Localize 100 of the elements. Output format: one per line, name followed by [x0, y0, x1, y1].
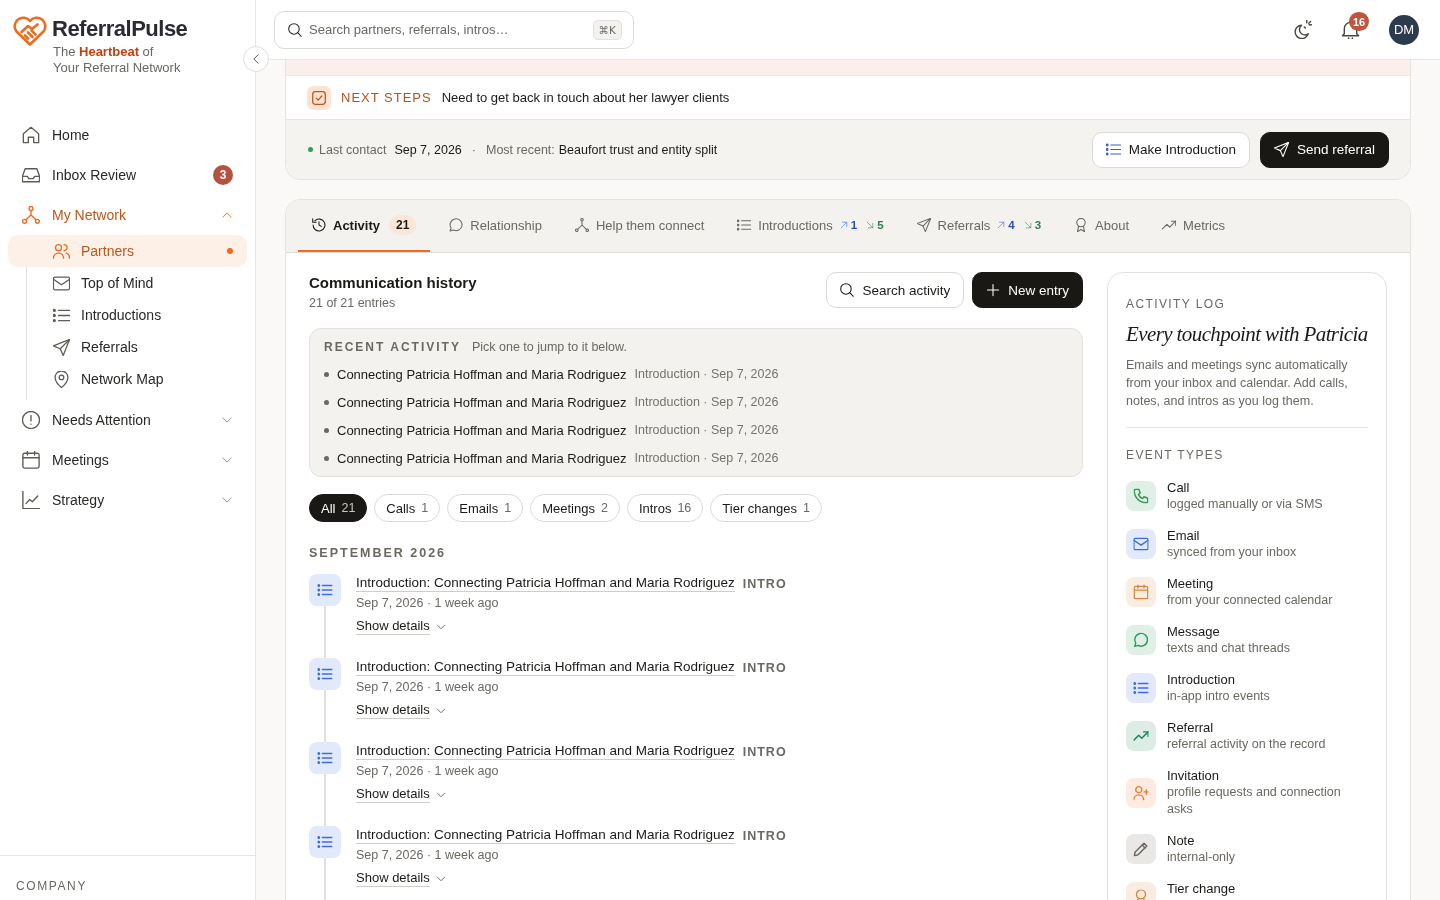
- event-type-name: Email: [1167, 527, 1201, 544]
- tab[interactable]: Metrics: [1148, 200, 1239, 252]
- event-type-description: referral activity on the record: [1167, 736, 1326, 753]
- chat-bubble-icon: [449, 218, 464, 232]
- most-recent-value: Beaufort trust and entity split: [558, 142, 718, 157]
- section-label: EVENT TYPES: [1126, 448, 1225, 462]
- recent-activity-meta: Introduction · Sep 7, 2026: [634, 367, 779, 381]
- search-icon: [288, 22, 302, 37]
- arrow-down-right-icon: [866, 221, 875, 229]
- entry-date: Sep 7, 2026 · 1 week ago: [356, 764, 500, 778]
- filter-chip[interactable]: Calls 1: [374, 494, 441, 522]
- moon-sun-icon[interactable]: [1293, 20, 1312, 39]
- tab[interactable]: Introductions 1 5: [723, 200, 898, 252]
- list-icon: [737, 218, 752, 232]
- most-recent-label: Most recent:: [486, 142, 555, 157]
- entry-tag: INTRO: [742, 660, 787, 675]
- list-icon: [1105, 142, 1121, 157]
- history-icon: [312, 218, 326, 232]
- filter-chip[interactable]: Emails 1: [447, 494, 524, 522]
- plus-icon: [986, 283, 1001, 297]
- show-details-button[interactable]: Show details: [356, 786, 446, 803]
- trend-up-icon: [1162, 218, 1177, 232]
- entry-title-link[interactable]: Introduction: Connecting Patricia Hoffman and Maria Rodriguez: [356, 743, 735, 760]
- list-icon: [309, 826, 341, 858]
- home-icon: [22, 126, 40, 144]
- recent-activity-meta: Introduction · Sep 7, 2026: [634, 395, 779, 409]
- arrow-up-right-icon: [839, 221, 848, 229]
- tab[interactable]: About: [1060, 200, 1144, 252]
- bullet-icon: [324, 427, 329, 433]
- month-heading: SEPTEMBER 2026: [309, 546, 448, 560]
- filter-chip[interactable]: All 21: [309, 494, 368, 522]
- entry-tag: INTRO: [742, 744, 787, 759]
- send-icon: [53, 338, 70, 356]
- fork-icon: [574, 218, 589, 232]
- entry-date: Sep 7, 2026 · 1 week ago: [356, 596, 500, 610]
- mail-icon: [53, 274, 70, 292]
- entry-title-link[interactable]: Introduction: Connecting Patricia Hoffman and Maria Rodriguez: [356, 659, 735, 676]
- tab[interactable]: Activity 21: [298, 200, 431, 252]
- status-dot-icon: [308, 147, 313, 152]
- recent-activity-link[interactable]: Connecting Patricia Hoffman and Maria Rodriguez: [337, 366, 627, 382]
- recent-activity-meta: Introduction · Sep 7, 2026: [634, 423, 779, 437]
- tab[interactable]: Relationship: [435, 200, 556, 252]
- event-type-name: Message: [1167, 623, 1221, 640]
- count-badge: 21: [388, 215, 417, 235]
- notification-badge: 16: [1349, 12, 1370, 31]
- list-icon: [53, 306, 70, 324]
- nav-subitem[interactable]: Introductions: [8, 299, 247, 331]
- event-type-description: synced from your inbox: [1167, 544, 1297, 561]
- event-type-description: internal-only: [1167, 849, 1236, 866]
- action-button[interactable]: New entry: [972, 272, 1083, 308]
- calendar-icon: [22, 451, 40, 469]
- list-icon: [309, 742, 341, 774]
- bullet-icon: [324, 371, 329, 377]
- nav-subitem[interactable]: Network Map: [8, 363, 247, 395]
- show-details-button[interactable]: Show details: [356, 870, 446, 887]
- search-icon: [840, 283, 855, 297]
- user-avatar[interactable]: DM: [1389, 14, 1419, 45]
- nav-item[interactable]: Home: [0, 115, 255, 155]
- tab[interactable]: Referrals 4 3: [902, 200, 1056, 252]
- brand-name: ReferralPulse: [52, 16, 188, 42]
- entry-tag: INTRO: [742, 828, 787, 843]
- list-icon: [309, 658, 341, 690]
- recent-activity-link[interactable]: Connecting Patricia Hoffman and Maria Rodriguez: [337, 422, 627, 438]
- action-button[interactable]: Make Introduction: [1091, 131, 1250, 168]
- chevron-left-icon: [250, 53, 262, 65]
- recent-activity-link[interactable]: Connecting Patricia Hoffman and Maria Rodriguez: [337, 450, 627, 466]
- last-contact-date: Sep 7, 2026: [394, 142, 462, 157]
- tab[interactable]: Help them connect: [560, 200, 719, 252]
- action-button[interactable]: Send referral: [1259, 131, 1389, 168]
- action-button[interactable]: Search activity: [826, 272, 965, 308]
- event-type-name: Call: [1167, 479, 1191, 496]
- event-type-description: profile requests and connection asks: [1167, 784, 1342, 818]
- filter-chip[interactable]: Intros 16: [626, 494, 704, 522]
- filter-chip[interactable]: Meetings 2: [530, 494, 620, 522]
- panel-description: Emails and meetings sync automatically from your inbox and calendar. Add calls, notes, and intros as you log them.: [1126, 357, 1349, 410]
- nav-subitem[interactable]: Top of Mind: [8, 267, 247, 299]
- entry-title-link[interactable]: Introduction: Connecting Patricia Hoffman and Maria Rodriguez: [356, 575, 735, 592]
- nav-item[interactable]: Strategy: [0, 480, 255, 520]
- nav-item[interactable]: My Network: [0, 195, 255, 235]
- timeline-connector: [324, 690, 326, 742]
- section-title: Communication history: [309, 274, 477, 291]
- filter-chip[interactable]: Tier changes 1: [710, 494, 822, 522]
- nav-item[interactable]: Needs Attention: [0, 400, 255, 440]
- show-details-button[interactable]: Show details: [356, 618, 446, 635]
- event-type-name: Meeting: [1167, 575, 1215, 592]
- nav-subitem[interactable]: Partners: [8, 235, 247, 267]
- timeline-connector: [324, 774, 326, 826]
- list-icon: [309, 574, 341, 606]
- nav-subitem[interactable]: Referrals: [8, 331, 247, 363]
- panel-eyebrow: ACTIVITY LOG: [1126, 297, 1227, 311]
- show-details-button[interactable]: Show details: [356, 702, 446, 719]
- recent-activity-link[interactable]: Connecting Patricia Hoffman and Maria Rodriguez: [337, 394, 627, 410]
- nav-item[interactable]: Inbox Review 3: [0, 155, 255, 195]
- entry-date: Sep 7, 2026 · 1 week ago: [356, 848, 500, 862]
- entry-title-link[interactable]: Introduction: Connecting Patricia Hoffman and Maria Rodriguez: [356, 827, 735, 844]
- inbox-icon: [22, 166, 40, 184]
- panel-heading: Every touchpoint with Patricia: [1126, 322, 1368, 347]
- entry-date: Sep 7, 2026 · 1 week ago: [356, 680, 500, 694]
- event-type-name: Note: [1167, 832, 1196, 849]
- nav-item[interactable]: Meetings: [0, 440, 255, 480]
